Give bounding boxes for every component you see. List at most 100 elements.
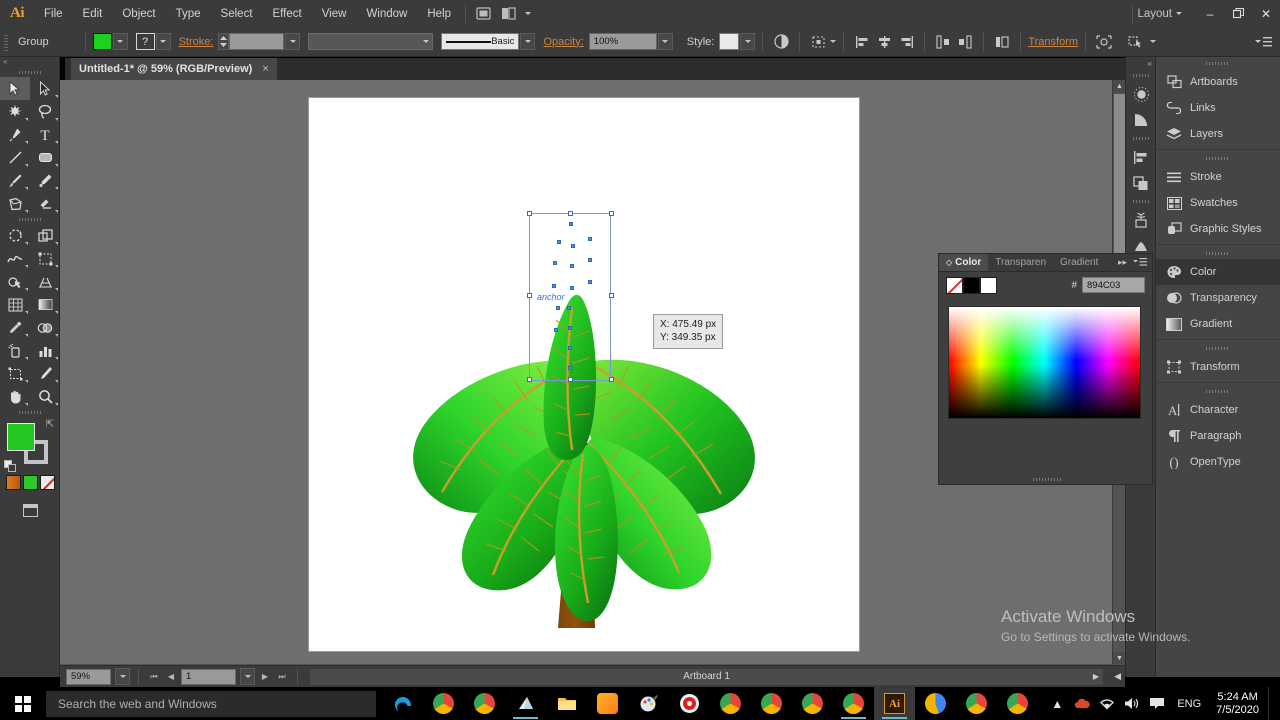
- taskbar-app-chrome-2[interactable]: [464, 687, 505, 720]
- gradient-mode-button[interactable]: [6, 475, 21, 490]
- recolor-artwork-icon[interactable]: [770, 32, 792, 52]
- tab-transparency[interactable]: Transparen: [988, 254, 1053, 271]
- minimize-button[interactable]: –: [1196, 0, 1224, 27]
- sidebar-item-stroke[interactable]: Stroke: [1156, 164, 1280, 190]
- tool-gradient[interactable]: [30, 293, 60, 316]
- workspace-switcher-label[interactable]: Layout: [1137, 8, 1176, 20]
- language-indicator[interactable]: ENG: [1171, 698, 1207, 710]
- taskbar-app-chrome-7[interactable]: [915, 687, 956, 720]
- path-anchor[interactable]: [571, 244, 575, 248]
- color-panel-resize-grip[interactable]: [939, 475, 1154, 484]
- artboard-1[interactable]: anchor X: 475.49 px Y: 349.35 px: [308, 97, 860, 652]
- handle-mid-left[interactable]: [527, 293, 532, 298]
- tool-mesh[interactable]: [0, 293, 30, 316]
- color-spectrum-picker[interactable]: [948, 306, 1141, 419]
- sidebar-item-paragraph[interactable]: Paragraph: [1156, 423, 1280, 449]
- onedrive-icon[interactable]: [1071, 687, 1093, 720]
- tool-blend[interactable]: [30, 316, 60, 339]
- screen-mode-button[interactable]: [0, 495, 60, 525]
- previous-artboard-button[interactable]: ◀: [164, 669, 178, 685]
- path-anchor[interactable]: [553, 261, 557, 265]
- symbols-icon[interactable]: [1126, 207, 1156, 233]
- artboard-dropdown-button[interactable]: [240, 668, 255, 685]
- status-artboard-label[interactable]: Artboard 1 ▶: [310, 668, 1104, 685]
- stroke-unknown-swatch[interactable]: ?: [135, 33, 155, 50]
- next-artboard-button[interactable]: ▶: [258, 669, 272, 685]
- tool-width[interactable]: [0, 247, 30, 270]
- sun-brightness-icon[interactable]: [1126, 81, 1156, 107]
- align-right-icon[interactable]: [895, 32, 917, 52]
- sidebar-item-graphic-styles[interactable]: Graphic Styles: [1156, 216, 1280, 242]
- tool-symbol-sprayer[interactable]: [0, 339, 30, 362]
- dock-drag-handle[interactable]: [1126, 70, 1155, 81]
- sidebar-item-swatches[interactable]: Swatches: [1156, 190, 1280, 216]
- opacity-label[interactable]: Opacity:: [543, 36, 583, 48]
- tool-blob-brush[interactable]: [30, 169, 60, 192]
- style-dropdown-button[interactable]: [740, 33, 756, 50]
- tool-selection[interactable]: [0, 77, 30, 100]
- path-anchor[interactable]: [552, 284, 556, 288]
- menu-effect[interactable]: Effect: [263, 0, 312, 27]
- tool-free-transform[interactable]: [30, 247, 60, 270]
- zoom-dropdown-button[interactable]: [115, 668, 130, 685]
- handle-bottom-right[interactable]: [609, 377, 614, 382]
- tools-collapse-icon[interactable]: «: [0, 57, 59, 67]
- taskbar-app-chrome-1[interactable]: [423, 687, 464, 720]
- taskbar-app-uc-browser[interactable]: [587, 687, 628, 720]
- fill-color-swatch[interactable]: [92, 33, 112, 50]
- tool-rectangle[interactable]: [30, 146, 60, 169]
- taskbar-app-edge[interactable]: [382, 687, 423, 720]
- stroke-weight-stepper[interactable]: [218, 33, 230, 50]
- tools-drag-handle[interactable]: [0, 67, 59, 77]
- transform-link[interactable]: Transform: [1028, 36, 1078, 48]
- menu-object[interactable]: Object: [112, 0, 165, 27]
- vertical-scroll-thumb[interactable]: [1114, 94, 1125, 274]
- tool-pen[interactable]: [0, 123, 30, 146]
- taskbar-app-chrome-3[interactable]: [710, 687, 751, 720]
- taskbar-app-chrome-9[interactable]: [997, 687, 1038, 720]
- color-panel[interactable]: ◇ Color Transparen Gradient ▸▸ # 894C03: [938, 253, 1153, 485]
- handle-bottom-left[interactable]: [527, 377, 532, 382]
- hex-color-input[interactable]: 894C03: [1082, 277, 1145, 293]
- panel-drag-handle-5[interactable]: [1156, 385, 1280, 397]
- sidebar-item-transparency[interactable]: Transparency: [1156, 285, 1280, 311]
- path-anchor[interactable]: [568, 366, 572, 370]
- path-anchor[interactable]: [588, 237, 592, 241]
- path-anchor[interactable]: [568, 326, 572, 330]
- tool-rotate[interactable]: [0, 224, 30, 247]
- handle-top-left[interactable]: [527, 211, 532, 216]
- tool-shape-builder[interactable]: [0, 270, 30, 293]
- tool-artboard[interactable]: [0, 362, 30, 385]
- document-tab-close-icon[interactable]: ×: [262, 63, 268, 75]
- panel-drag-handle-2[interactable]: [1156, 152, 1280, 164]
- panel-drag-handle-1[interactable]: [1156, 57, 1280, 69]
- document-tab[interactable]: Untitled-1* @ 59% (RGB/Preview) ×: [71, 58, 277, 80]
- menu-window[interactable]: Window: [356, 0, 417, 27]
- arrange-documents-icon[interactable]: [496, 4, 522, 24]
- align-options-icon[interactable]: [807, 32, 829, 52]
- fill-dropdown-button[interactable]: [112, 33, 128, 50]
- tool-column-graph[interactable]: [30, 339, 60, 362]
- graphic-style-swatch[interactable]: [719, 33, 740, 50]
- start-button[interactable]: [0, 687, 46, 720]
- path-anchor[interactable]: [570, 264, 574, 268]
- path-anchor[interactable]: [588, 258, 592, 262]
- stroke-dropdown-button[interactable]: [155, 33, 171, 50]
- artboard-number-input[interactable]: 1: [181, 668, 236, 685]
- panel-options-menu-icon[interactable]: [1133, 257, 1147, 269]
- workspace-caret-icon[interactable]: [1176, 12, 1182, 15]
- black-swatch[interactable]: [963, 276, 980, 294]
- sidebar-item-opentype[interactable]: () OpenType: [1156, 449, 1280, 475]
- opacity-dropdown-button[interactable]: [657, 33, 673, 50]
- tool-lasso[interactable]: [30, 100, 60, 123]
- status-scroll-left-icon[interactable]: ◀: [1110, 671, 1125, 682]
- taskbar-app-chrome-5[interactable]: [792, 687, 833, 720]
- menu-type[interactable]: Type: [166, 0, 211, 27]
- stroke-label[interactable]: Stroke:: [179, 36, 214, 48]
- arrange-caret-icon[interactable]: [525, 12, 531, 15]
- fill-color-indicator[interactable]: [7, 423, 35, 451]
- tool-paintbrush[interactable]: [0, 169, 30, 192]
- align-caret-icon[interactable]: [830, 40, 837, 43]
- none-swatch[interactable]: [946, 276, 963, 294]
- menu-file[interactable]: File: [34, 0, 73, 27]
